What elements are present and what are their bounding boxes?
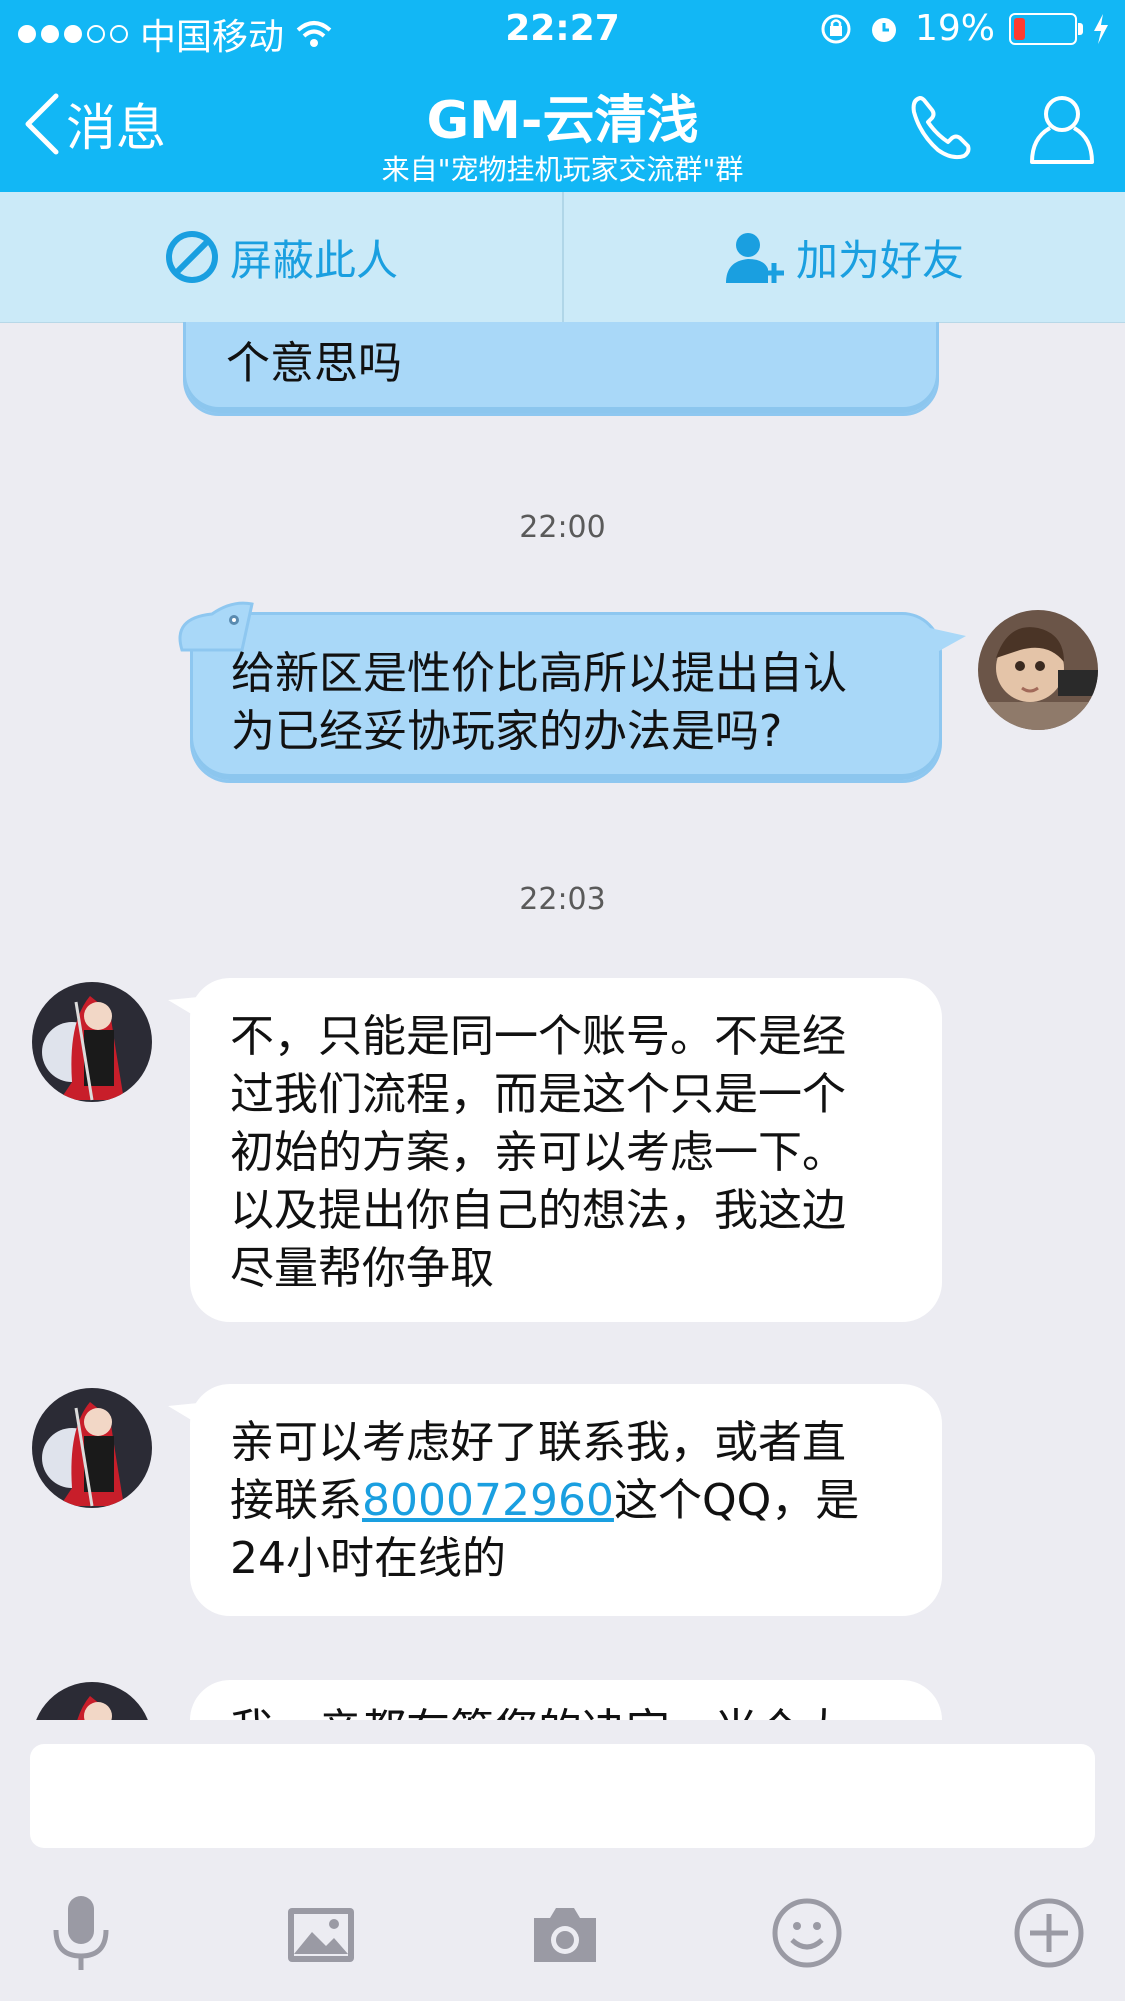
message-text-line: 接联系800072960这个QQ，是 xyxy=(230,1472,859,1530)
message-timestamp: 22:03 xyxy=(519,882,606,917)
status-bar: 中国移动 22:27 19% xyxy=(0,0,1125,62)
add-friend-label: 加为好友 xyxy=(795,235,964,285)
battery-icon xyxy=(1009,12,1083,45)
avatar-contact[interactable] xyxy=(32,982,152,1102)
add-friend-button[interactable]: 加为好友 xyxy=(563,192,1125,322)
alarm-icon xyxy=(871,17,896,42)
top-bar: 中国移动 22:27 19% 消息 GM-云清浅 来自"宠物挂机玩家交流群"群 xyxy=(0,0,1125,192)
message-bubble-outgoing[interactable]: 给新区是性价比高所以提出自认 为已经妥协玩家的办法是吗? xyxy=(190,612,942,783)
avatar-self[interactable] xyxy=(978,610,1098,730)
message-text-line: 亲可以考虑好了联系我，或者直 xyxy=(230,1417,846,1468)
message-text-line: 为已经妥协玩家的办法是吗? xyxy=(231,706,783,757)
plus-icon[interactable] xyxy=(1004,1888,1094,1978)
block-icon xyxy=(165,231,218,283)
charging-icon xyxy=(1094,13,1108,44)
profile-button[interactable] xyxy=(1022,88,1102,168)
input-area xyxy=(0,1720,1125,2001)
battery-percent: 19% xyxy=(914,8,995,49)
action-bar: 屏蔽此人 加为好友 xyxy=(0,192,1125,323)
message-text: 接联系 xyxy=(230,1475,362,1526)
message-bubble-outgoing[interactable]: 个意思吗 xyxy=(183,322,939,416)
add-person-icon xyxy=(725,233,784,283)
message-bubble-incoming[interactable]: 不，只能是同一个账号。不是经 过我们流程，而是这个只是一个 初始的方案，亲可以考… xyxy=(190,978,942,1322)
status-right: 19% xyxy=(819,8,1111,49)
message-text: 这个QQ，是 xyxy=(613,1475,860,1526)
phone-call-button[interactable] xyxy=(902,88,982,168)
bubble-tail-right-icon xyxy=(930,628,966,656)
message-text-line: 24小时在线的 xyxy=(230,1533,506,1584)
message-bubble-incoming[interactable]: 我，亲都在筹您的决定，当个大 xyxy=(190,1680,942,1720)
camera-icon[interactable] xyxy=(520,1888,610,1978)
message-text: 个意思吗 xyxy=(226,338,402,389)
message-text-line: 以及提出你自己的想法，我这边 xyxy=(230,1185,846,1236)
image-icon[interactable] xyxy=(276,1888,366,1978)
message-text-line: 过我们流程，而是这个只是一个 xyxy=(230,1069,846,1120)
qq-number-link[interactable]: 800072960 xyxy=(362,1475,614,1526)
avatar-contact[interactable] xyxy=(32,1388,152,1508)
block-user-button[interactable]: 屏蔽此人 xyxy=(0,192,564,322)
emoji-icon[interactable] xyxy=(762,1888,852,1978)
message-text-line: 我，亲都在筹您的决定，当个大 xyxy=(230,1702,846,1720)
microphone-icon[interactable] xyxy=(36,1888,126,1978)
message-bubble-incoming[interactable]: 亲可以考虑好了联系我，或者直 接联系800072960这个QQ，是 24小时在线… xyxy=(190,1384,942,1616)
message-text-line: 初始的方案，亲可以考虑一下。 xyxy=(230,1127,846,1178)
chat-area[interactable]: 个意思吗 22:00 给新区是性价比高所以提出自认 为已经妥协玩家的办法是吗? … xyxy=(0,322,1125,1720)
bubble-tail-icon xyxy=(178,601,254,652)
message-text-line: 尽量帮你争取 xyxy=(230,1243,494,1294)
message-text-line: 不，只能是同一个账号。不是经 xyxy=(230,1011,846,1062)
message-timestamp: 22:00 xyxy=(519,510,606,545)
block-user-label: 屏蔽此人 xyxy=(229,235,398,285)
message-input[interactable] xyxy=(30,1744,1095,1848)
message-text-line: 给新区是性价比高所以提出自认 xyxy=(231,648,847,699)
rotation-lock-icon xyxy=(821,14,851,43)
avatar-contact[interactable] xyxy=(32,1682,152,1720)
